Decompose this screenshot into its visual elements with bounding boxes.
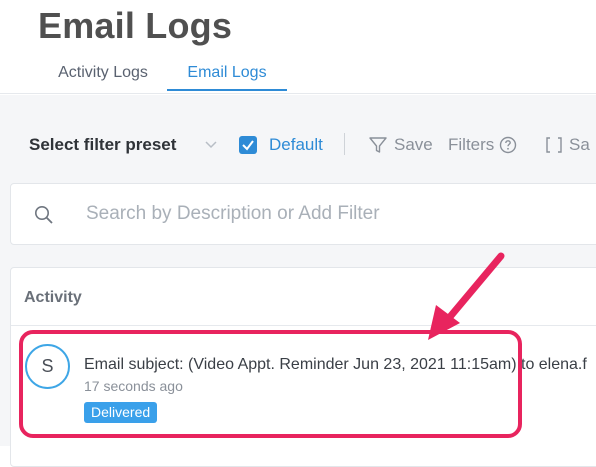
default-checkbox[interactable] [239,136,257,154]
toolbar-divider [344,133,345,155]
tab-activity-logs[interactable]: Activity Logs [40,56,166,93]
log-subject[interactable]: Email subject: (Video Appt. Reminder Jun… [84,356,596,374]
check-icon [242,140,254,151]
search-input[interactable] [86,194,586,234]
tab-email-logs[interactable]: Email Logs [167,56,287,93]
active-tab-underline [167,89,287,91]
status-badge: Delivered [84,402,158,423]
help-circle-icon [500,136,517,154]
save-view-button[interactable]: Sa [545,132,590,158]
save-filter-label: Save [394,135,433,154]
filters-button[interactable]: Filters [448,132,517,158]
main-content: Select filter preset Default Save Filter… [0,95,596,467]
default-label[interactable]: Default [269,135,323,155]
list-item[interactable]: S Email subject: (Video Appt. Reminder J… [11,327,596,437]
page-title: Email Logs [38,5,233,46]
filter-toolbar: Select filter preset Default Save Filter… [0,120,596,170]
page-header: Email Logs Activity Logs Email Logs [0,0,596,94]
filter-icon [369,137,387,153]
activity-header: Activity [11,268,596,326]
search-bar [10,183,596,245]
filter-preset-select[interactable]: Select filter preset [29,135,176,155]
bracket-icon [546,137,562,153]
chevron-down-icon[interactable] [203,136,219,152]
save-filter-button[interactable]: Save [368,132,433,158]
activity-panel: Activity S Email subject: (Video Appt. R… [10,267,596,467]
search-icon [35,206,53,224]
save-view-label: Sa [569,135,590,154]
filters-label: Filters [448,135,495,154]
avatar: S [25,344,70,389]
activity-title: Activity [24,289,82,306]
log-timestamp: 17 seconds ago [84,378,183,394]
